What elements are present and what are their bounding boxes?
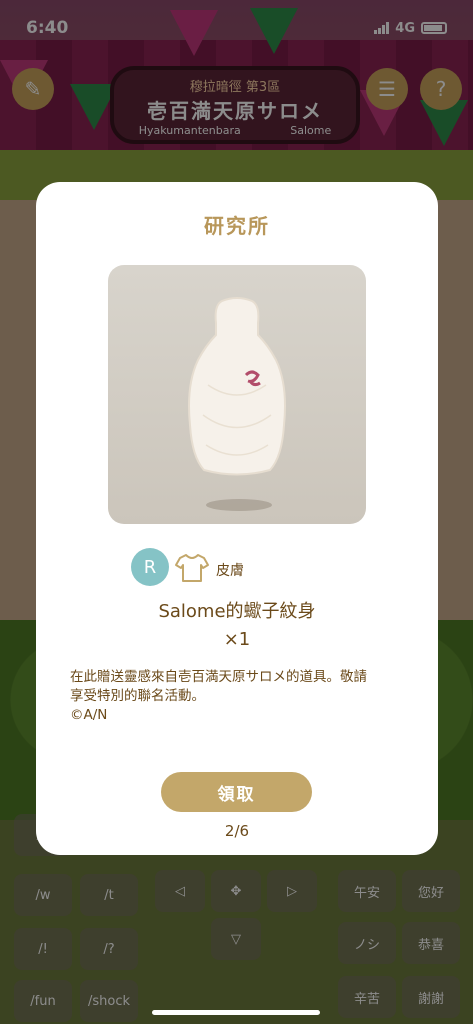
rarity-badge: R	[131, 548, 169, 586]
category-label: 皮膚	[216, 563, 244, 579]
description-line: 享受特別的聯名活動。	[70, 688, 205, 704]
home-indicator[interactable]	[152, 1010, 320, 1015]
shirt-category-icon	[175, 554, 209, 582]
item-quantity: ×1	[223, 629, 251, 650]
reward-modal: 研究所 R 皮膚 Salome的蠍子紋身 ×1 在此贈送靈感來自壱百満天原サロメ…	[36, 182, 438, 855]
item-shadow	[206, 499, 272, 511]
copyright: ©A/N	[70, 707, 108, 723]
modal-title: 研究所	[204, 214, 270, 238]
page-indicator: 2/6	[224, 822, 250, 840]
item-description: 在此贈送靈感來自壱百満天原サロメ的道具。敬請 享受特別的聯名活動。 ©A/N	[70, 668, 410, 725]
description-line: 在此贈送靈感來自壱百満天原サロメ的道具。敬請	[70, 669, 367, 685]
item-name: Salome的蠍子紋身	[158, 601, 316, 622]
claim-button[interactable]: 領取	[161, 772, 312, 812]
item-image	[108, 265, 366, 524]
tattoo-shirt-icon	[188, 297, 286, 476]
